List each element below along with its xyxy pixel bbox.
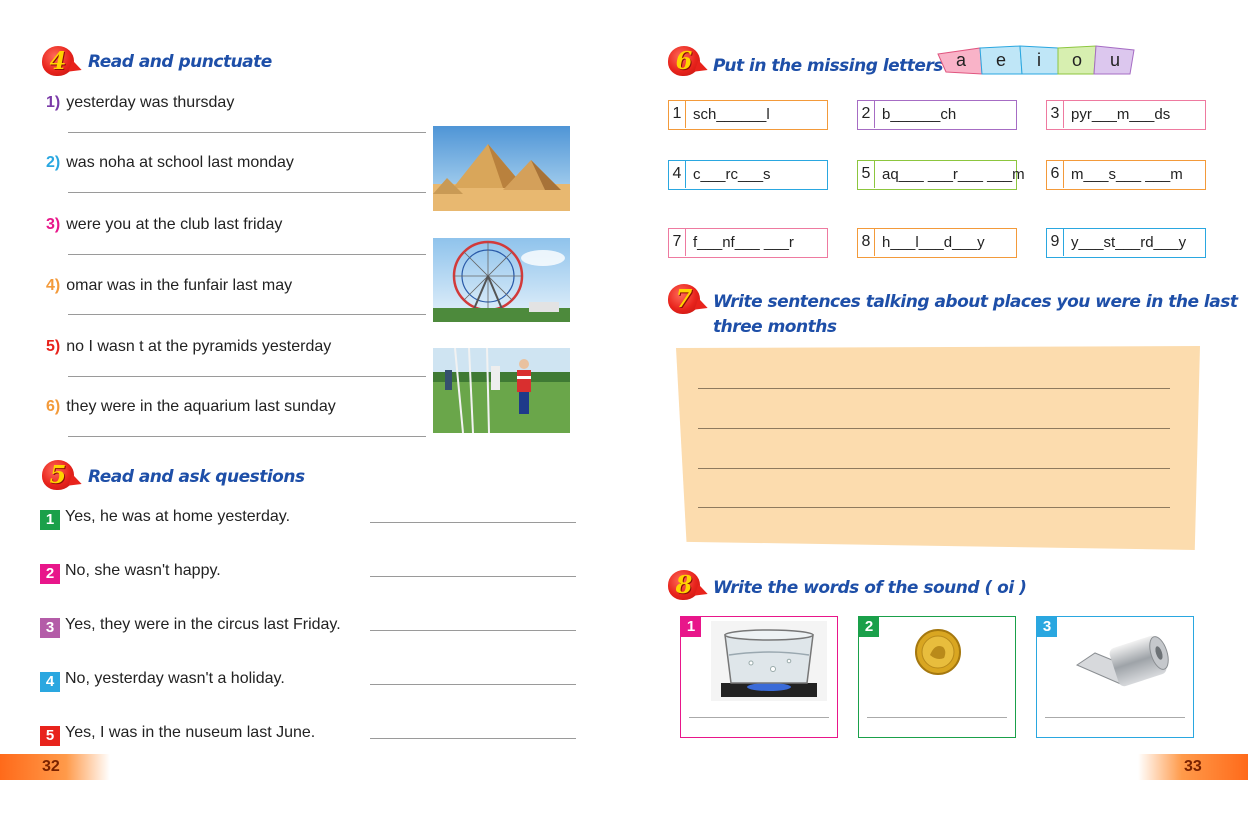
- letter-box[interactable]: 6 m___s___ ___m: [1046, 160, 1206, 190]
- answer-line[interactable]: [68, 254, 426, 255]
- section-4-title: Read and punctuate: [88, 52, 272, 72]
- coin-image: [915, 629, 961, 675]
- letter-box[interactable]: 7 f___nf___ ___r: [668, 228, 828, 258]
- vowel-u: u: [1109, 50, 1120, 70]
- section-4-number: 4: [42, 46, 84, 76]
- answer-line[interactable]: [68, 132, 426, 133]
- exercise-item: 2) was noha at school last monday: [46, 154, 294, 171]
- exercise-item: 2 No, she wasn't happy.: [40, 562, 221, 584]
- letter-box[interactable]: 4 c___rc___s: [668, 160, 828, 190]
- exercise-item: 3 Yes, they were in the circus last Frida…: [40, 616, 341, 638]
- exercise-item: 1) yesterday was thursday: [46, 94, 235, 111]
- boiling-water-image: [711, 621, 827, 701]
- letter-box[interactable]: 9 y___st___rd___y: [1046, 228, 1206, 258]
- writing-line[interactable]: [698, 428, 1170, 429]
- page-number-left: 32: [42, 758, 60, 775]
- section-7-title: Write sentences talking about places you…: [713, 292, 1238, 312]
- exercise-item: 4 No, yesterday wasn't a holiday.: [40, 670, 285, 692]
- vowel-i: i: [1037, 50, 1041, 70]
- section-8-title: Write the words of the sound ( oi ): [713, 578, 1027, 598]
- ferris-wheel-photo: [433, 238, 570, 322]
- exercise-item: 5 Yes, I was in the nuseum last June.: [40, 724, 315, 746]
- letter-box[interactable]: 8 h___l___d___y: [857, 228, 1017, 258]
- exercise-item: 5) no I wasn t at the pyramids yesterday: [46, 338, 332, 355]
- section-7-title-continued: three months: [713, 317, 837, 337]
- picture-card: 1: [680, 616, 838, 738]
- pyramids-photo: [433, 126, 570, 211]
- writing-line[interactable]: [698, 388, 1170, 389]
- picture-card: 2: [858, 616, 1016, 738]
- letter-box[interactable]: 1 sch______l: [668, 100, 828, 130]
- foil-roll-image: [1075, 635, 1169, 687]
- answer-line[interactable]: [68, 314, 426, 315]
- letter-box[interactable]: 2 b______ch: [857, 100, 1017, 130]
- exercise-item: 6) they were in the aquarium last sunday: [46, 398, 336, 415]
- answer-line[interactable]: [68, 436, 426, 437]
- section-6-title: Put in the missing letters: [713, 56, 943, 76]
- section-6-number: 6: [668, 46, 710, 76]
- answer-line[interactable]: [370, 738, 576, 739]
- writing-paper[interactable]: [676, 346, 1200, 550]
- letter-box[interactable]: 3 pyr___m___ds: [1046, 100, 1206, 130]
- vowel-a: a: [955, 50, 966, 70]
- footer-right: 33: [1138, 754, 1248, 780]
- writing-line[interactable]: [698, 507, 1170, 508]
- answer-line[interactable]: [370, 630, 576, 631]
- section-5-title: Read and ask questions: [88, 467, 305, 487]
- picture-card: 3: [1036, 616, 1194, 738]
- writing-line[interactable]: [698, 468, 1170, 469]
- section-7-number: 7: [668, 284, 710, 314]
- page-number-right: 33: [1184, 758, 1202, 775]
- section-8-number: 8: [668, 570, 710, 600]
- football-photo: [433, 348, 570, 433]
- answer-line[interactable]: [68, 192, 426, 193]
- exercise-item: 1 Yes, he was at home yesterday.: [40, 508, 290, 530]
- answer-line[interactable]: [370, 684, 576, 685]
- answer-line[interactable]: [68, 376, 426, 377]
- footer-left: 32: [0, 754, 110, 780]
- section-5-number: 5: [42, 460, 84, 490]
- letter-box[interactable]: 5 aq___ ___r___ ___m: [857, 160, 1025, 190]
- vowel-e: e: [995, 50, 1006, 70]
- exercise-item: 3) were you at the club last friday: [46, 216, 283, 233]
- exercise-item: 4) omar was in the funfair last may: [46, 277, 293, 294]
- answer-line[interactable]: [370, 522, 576, 523]
- answer-line[interactable]: [370, 576, 576, 577]
- vowel-o: o: [1071, 50, 1082, 70]
